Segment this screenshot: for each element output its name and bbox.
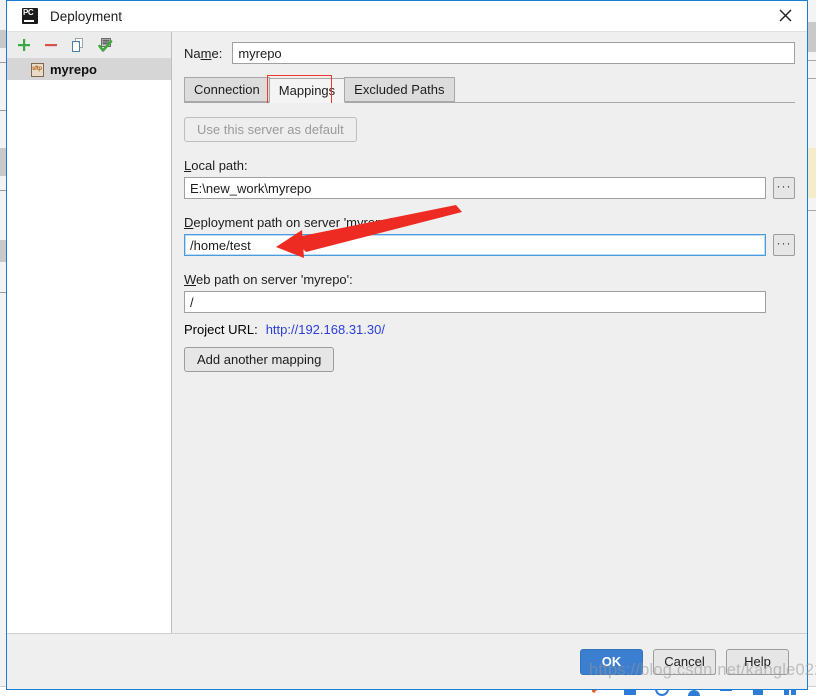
tab-excluded-paths[interactable]: Excluded Paths bbox=[344, 77, 455, 102]
project-url-label: Project URL: bbox=[184, 322, 258, 337]
pycharm-logo-icon bbox=[22, 8, 38, 24]
name-input[interactable] bbox=[232, 42, 795, 64]
add-mapping-wrapper: Add another mapping bbox=[184, 347, 795, 372]
deployment-path-label: Deployment path on server 'myrepo': bbox=[184, 215, 396, 230]
copy-icon[interactable] bbox=[69, 36, 87, 54]
add-another-mapping-button[interactable]: Add another mapping bbox=[184, 347, 335, 372]
server-list-pane: myrepo bbox=[7, 32, 172, 633]
project-url-row: Project URL: http://192.168.31.30/ bbox=[184, 322, 795, 337]
help-button[interactable]: Help bbox=[726, 648, 789, 675]
sftp-icon bbox=[31, 62, 44, 77]
cancel-button[interactable]: Cancel bbox=[653, 648, 716, 675]
server-list-item-myrepo[interactable]: myrepo bbox=[7, 59, 171, 80]
tab-connection[interactable]: Connection bbox=[184, 77, 270, 102]
dialog-title: Deployment bbox=[50, 8, 123, 24]
deployment-path-row: ··· bbox=[184, 234, 795, 256]
deployment-dialog: Deployment bbox=[6, 0, 808, 690]
local-path-label: Local path: bbox=[184, 158, 248, 173]
web-path-input[interactable] bbox=[184, 291, 766, 313]
dialog-body: myrepo Name: Connection Mappings Exclude… bbox=[7, 32, 807, 633]
name-label: Name: bbox=[184, 45, 223, 61]
server-list[interactable]: myrepo bbox=[7, 59, 171, 633]
ok-button[interactable]: OK bbox=[580, 648, 643, 675]
deployment-path-input[interactable] bbox=[184, 234, 766, 256]
green-check-icon[interactable] bbox=[96, 36, 114, 54]
deployment-path-browse-button[interactable]: ··· bbox=[773, 234, 795, 256]
name-row: Name: bbox=[184, 42, 795, 64]
web-path-label: Web path on server 'myrepo': bbox=[184, 272, 353, 287]
project-url-link[interactable]: http://192.168.31.30/ bbox=[266, 322, 385, 337]
local-path-browse-button[interactable]: ··· bbox=[773, 177, 795, 199]
mappings-tab-panel: Use this server as default Local path: ·… bbox=[184, 103, 795, 633]
dialog-titlebar: Deployment bbox=[7, 1, 807, 32]
dialog-button-bar: OK Cancel Help bbox=[7, 633, 807, 689]
close-icon[interactable] bbox=[763, 1, 807, 30]
server-list-toolbar bbox=[7, 32, 171, 59]
web-path-row bbox=[184, 291, 795, 313]
local-path-row: ··· bbox=[184, 177, 795, 199]
server-settings-pane: Name: Connection Mappings Excluded Paths… bbox=[172, 32, 807, 633]
tab-mappings[interactable]: Mappings bbox=[268, 78, 346, 103]
use-this-server-as-default-button[interactable]: Use this server as default bbox=[184, 117, 357, 142]
server-item-label: myrepo bbox=[50, 62, 97, 77]
local-path-input[interactable] bbox=[184, 177, 766, 199]
plus-icon[interactable] bbox=[15, 36, 33, 54]
minus-icon[interactable] bbox=[42, 36, 60, 54]
settings-tabs: Connection Mappings Excluded Paths bbox=[184, 75, 795, 106]
